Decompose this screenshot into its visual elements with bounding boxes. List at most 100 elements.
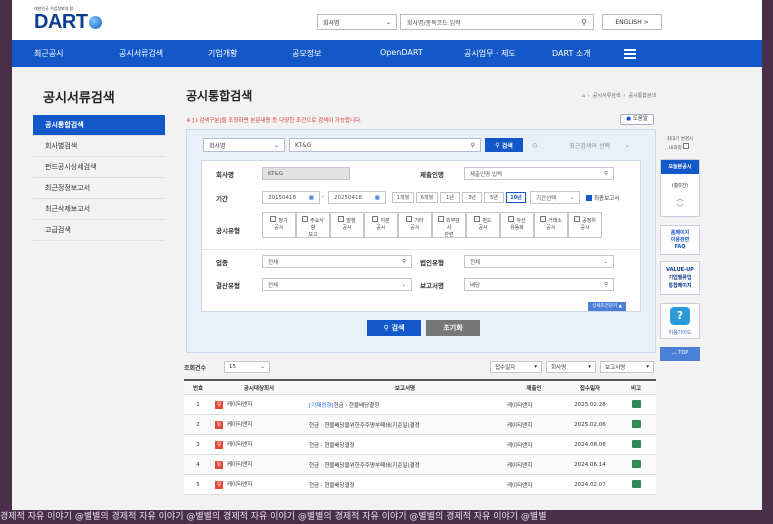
search-icon[interactable]: ⚲ bbox=[604, 282, 608, 288]
search-icon[interactable]: ⚲ bbox=[471, 142, 475, 149]
corp-type-select[interactable]: 전체 ⌄ bbox=[464, 255, 614, 268]
search-type-select[interactable]: 회사명 ⌄ bbox=[203, 138, 285, 152]
table-row[interactable]: 4 유 케이티앤지 현금 · 현물배당을위한주주명부폐쇄(기준일)결정 케이티앤지 202… bbox=[184, 455, 656, 475]
pub-type-label: 공시 bbox=[376, 225, 386, 231]
search-icon[interactable]: ⚲ bbox=[581, 18, 587, 27]
pub-type-checkbox[interactable]: 자산 유동화 bbox=[500, 212, 534, 238]
row-report-name: 현금 · 현물배당결정 bbox=[309, 442, 355, 449]
row-report[interactable]: 현금 · 현물배당을위한주주명부폐쇄(기준일)결정 bbox=[306, 461, 504, 469]
period-1y-button[interactable]: 1년 bbox=[440, 192, 460, 203]
count-select[interactable]: 15 ⌄ bbox=[224, 361, 270, 373]
row-company[interactable]: 유 케이티앤지 bbox=[212, 480, 306, 489]
pub-type-checkbox[interactable]: 지분 공시 bbox=[364, 212, 398, 238]
row-report[interactable]: 현금 · 현물배당결정 bbox=[306, 481, 504, 489]
sort-report-select[interactable]: 보고서명 ▾ bbox=[600, 361, 654, 373]
row-company[interactable]: 유 케이티앤지 bbox=[212, 460, 306, 469]
row-date: 2025.02.28 bbox=[574, 401, 606, 408]
sidebar-item-advanced-search[interactable]: 고급검색 bbox=[33, 220, 165, 241]
search-submit-button[interactable]: ⚲ 검색 bbox=[485, 138, 523, 152]
search-icon[interactable]: ⚲ bbox=[604, 171, 608, 177]
search-type-value: 회사명 bbox=[209, 142, 226, 150]
table-row[interactable]: 3 유 케이티앤지 현금 · 현물배당결정 케이티앤지 2024.08.08 bbox=[184, 435, 656, 455]
help-button[interactable]: ● 도움말 bbox=[620, 114, 654, 125]
row-report[interactable]: [기재정정]현금 · 현물배당결정 bbox=[306, 401, 504, 409]
date-to-input[interactable]: 20250418 ▦ bbox=[328, 191, 386, 204]
report-input[interactable]: 배당 ⚲ bbox=[464, 278, 614, 291]
nav-regulation[interactable]: 공시업무 · 제도 bbox=[464, 48, 516, 59]
period-1m-button[interactable]: 1개월 bbox=[392, 192, 414, 203]
period-5y-button[interactable]: 5년 bbox=[484, 192, 504, 203]
table-row[interactable]: 5 유 케이티앤지 현금 · 현물배당결정 케이티앤지 2024.02.07 bbox=[184, 475, 656, 495]
pub-type-checkbox[interactable]: 펀드 공시 bbox=[466, 212, 500, 238]
top-button[interactable]: ︿ TOP bbox=[660, 347, 700, 361]
breadcrumb-item: 공시통합검색 bbox=[628, 93, 656, 99]
sort-company-select[interactable]: 회사명 ▾ bbox=[546, 361, 596, 373]
sidebar-item-company-search[interactable]: 회사별검색 bbox=[33, 136, 165, 157]
reset-button[interactable]: 초기화 bbox=[426, 320, 480, 336]
sidebar-item-recent-deletions[interactable]: 최근삭제보고서 bbox=[33, 199, 165, 220]
corp-type-label: 법인유형 bbox=[420, 259, 444, 267]
latest-report-checkbox[interactable]: 최종보고서 bbox=[586, 194, 619, 202]
valueup-link[interactable]: VALUE-UP 기업밸류업 통합페이지 bbox=[660, 261, 700, 295]
row-report[interactable]: 현금 · 현물배당을위한주주명부폐쇄(기준일)결정 bbox=[306, 421, 504, 429]
sidebar-item-recent-corrections[interactable]: 최근정정보고서 bbox=[33, 178, 165, 199]
period-select[interactable]: 기간선택 ⌄ bbox=[530, 191, 580, 204]
pub-type-checkbox[interactable]: 발행 공시 bbox=[330, 212, 364, 238]
row-company[interactable]: 유 케이티앤지 bbox=[212, 400, 306, 409]
faq-link[interactable]: 홈페이지 이용관련 FAQ bbox=[660, 225, 700, 255]
chevron-up-icon[interactable]: ︿ bbox=[661, 193, 699, 203]
nav-company[interactable]: 기업개황 bbox=[208, 48, 237, 59]
pub-type-checkbox[interactable]: 공정위 공시 bbox=[568, 212, 602, 238]
row-company[interactable]: 유 케이티앤지 bbox=[212, 420, 306, 429]
settle-select[interactable]: 전체 ⌄ bbox=[262, 278, 412, 291]
guide-link[interactable]: ? 이용가이드 bbox=[660, 303, 700, 339]
top-search-input[interactable]: 회사명/종목코드 입력 ⚲ bbox=[400, 14, 594, 30]
valueup-line: VALUE-UP bbox=[666, 267, 694, 273]
english-button[interactable]: ENGLISH > bbox=[602, 14, 662, 30]
nav-recent[interactable]: 최근공시 bbox=[34, 48, 63, 59]
pub-type-checkbox[interactable]: 기타 공시 bbox=[398, 212, 432, 238]
nav-about[interactable]: DART 소개 bbox=[552, 48, 591, 59]
dart-logo[interactable]: 대한민국 기업정보의 창 DART bbox=[34, 6, 102, 32]
search-button[interactable]: ⚲ 검색 bbox=[367, 320, 421, 336]
period-3y-button[interactable]: 3년 bbox=[462, 192, 482, 203]
hamburger-menu-icon[interactable] bbox=[624, 47, 636, 59]
home-icon[interactable]: ⌂ bbox=[582, 93, 585, 99]
chevron-down-icon[interactable]: ﹀ bbox=[661, 203, 699, 213]
row-report-name: 현금 · 현물배당결정 bbox=[309, 482, 355, 489]
ui-toggle[interactable]: 최대기 변경시 UI과정 bbox=[660, 137, 700, 152]
calendar-icon[interactable]: ▦ bbox=[375, 195, 380, 201]
corp-type-icon: 유 bbox=[215, 400, 223, 409]
nav-offering[interactable]: 공모정보 bbox=[292, 48, 321, 59]
row-company[interactable]: 유 케이티앤지 bbox=[212, 440, 306, 449]
sidebar-item-fund-search[interactable]: 펀드공시상세검색 bbox=[33, 157, 165, 178]
search-keyword-input[interactable]: KT&G ⚲ bbox=[289, 138, 481, 152]
sidebar-item-integrated-search[interactable]: 공시통합검색 bbox=[33, 115, 165, 136]
pub-type-label: 공시 bbox=[546, 225, 556, 231]
nav-search[interactable]: 공시서류검색 bbox=[119, 48, 163, 59]
table-row[interactable]: 1 유 케이티앤지 [기재정정]현금 · 현물배당결정 케이티앤지 2025.02.28 bbox=[184, 395, 656, 415]
calendar-icon[interactable]: ▦ bbox=[309, 195, 314, 201]
row-report[interactable]: 현금 · 현물배당결정 bbox=[306, 441, 504, 449]
detail-toggle-button[interactable]: 상세조건닫기 ▲ bbox=[588, 302, 626, 311]
column-header: 보고서명 bbox=[394, 385, 416, 392]
submitter-input[interactable]: 제출인명 입력 ⚲ bbox=[464, 167, 614, 180]
period-6m-button[interactable]: 6개월 bbox=[416, 192, 438, 203]
column-header: 제출인 bbox=[526, 385, 542, 392]
pub-type-checkbox[interactable]: 주요사 항 보고 bbox=[296, 212, 330, 238]
pub-type-checkbox[interactable]: 거래소 공시 bbox=[534, 212, 568, 238]
table-row[interactable]: 2 유 케이티앤지 현금 · 현물배당을위한주주명부폐쇄(기준일)결정 케이티앤지 202… bbox=[184, 415, 656, 435]
pub-type-checkbox[interactable]: 정기 공시 bbox=[262, 212, 296, 238]
search-icon[interactable]: ⚲ bbox=[402, 259, 406, 265]
recent-keyword-select[interactable]: ◷ 최근검색어 선택 ⌄ bbox=[527, 138, 635, 152]
industry-input[interactable]: 전체 ⚲ bbox=[262, 255, 412, 268]
breadcrumb-item[interactable]: 공시서류검색 bbox=[593, 92, 621, 99]
top-search-placeholder: 회사명/종목코드 입력 bbox=[407, 19, 461, 27]
nav-opendart[interactable]: OpenDART bbox=[380, 48, 423, 57]
period-10y-button[interactable]: 10년 bbox=[506, 192, 526, 203]
date-from-input[interactable]: 20150418 ▦ bbox=[262, 191, 320, 204]
top-search-type-select[interactable]: 회사명 ⌄ bbox=[317, 14, 397, 30]
sort-date-select[interactable]: 접수일자 ▾ bbox=[490, 361, 542, 373]
pub-type-checkbox[interactable]: 외부감 사 관련 bbox=[432, 212, 466, 238]
row-note bbox=[616, 399, 656, 410]
